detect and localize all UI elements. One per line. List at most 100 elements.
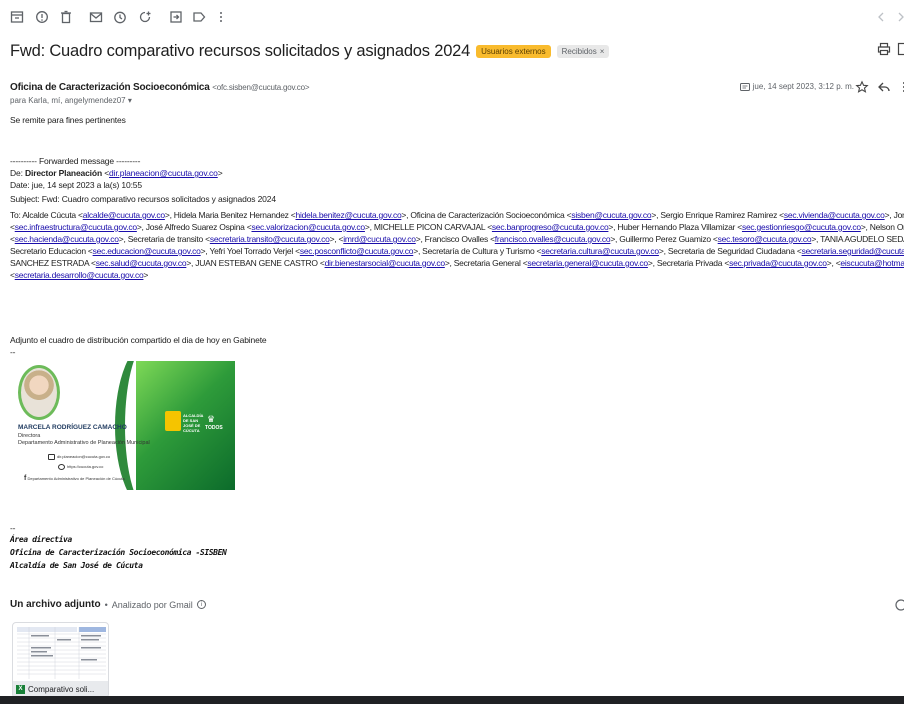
recipient-text: >, Jorge Ivan Rodriguez Guerrero xyxy=(884,210,904,220)
signature-dashes: -- xyxy=(10,523,16,533)
signature-card-image: MARCELA RODRÍGUEZ CAMACHO Directora Depar… xyxy=(10,361,235,490)
archive-icon[interactable] xyxy=(10,10,24,24)
forwarded-from: De: Director Planeación <dir.planeacion@… xyxy=(10,168,223,178)
forwarded-date: Date: jue, 14 sept 2023 a la(s) 10:55 xyxy=(10,180,142,190)
show-details-icon[interactable]: ▾ xyxy=(128,96,132,105)
open-new-window-icon[interactable] xyxy=(897,42,904,56)
recipient-email-link[interactable]: sec.banprogreso@cucuta.gov.co xyxy=(492,222,609,232)
label-chip-inbox-text: Recibidos xyxy=(561,46,597,56)
signature-line-1: Área directiva xyxy=(10,535,72,544)
next-icon[interactable] xyxy=(894,10,904,24)
delete-icon[interactable] xyxy=(59,10,73,24)
label-chip-external[interactable]: Usuarios externos xyxy=(476,44,551,58)
recipients-line[interactable]: para Karla, mí, angelymendez07 ▾ xyxy=(10,96,132,105)
forwarded-divider: ---------- Forwarded message --------- xyxy=(10,156,141,166)
recipient-email-link[interactable]: secretaria.general@cucuta.gov.co xyxy=(527,258,648,268)
card-web-text: https://cucuta.gov.co xyxy=(67,464,104,470)
recipient-text: >, MICHELLE PICON CARVAJAL < xyxy=(364,222,492,232)
card-role: Directora Departamento Administrativo de … xyxy=(18,433,150,447)
recipient-email-link[interactable]: sec.privada@cucuta.gov.co xyxy=(729,258,827,268)
card-facebook-text: Departamento Administrativo de Planeació… xyxy=(27,476,125,481)
attachment-name-bar: X Comparativo soli... xyxy=(13,681,108,697)
forwarded-from-label: De: xyxy=(10,168,25,178)
recipient-text: To: Alcalde Cúcuta < xyxy=(10,210,83,220)
recipient-email-link[interactable]: secretaria.transito@cucuta.gov.co xyxy=(210,234,330,244)
recipient-text: >, Secretaria de transito < xyxy=(118,234,210,244)
recipient-text: >, Oficina de Caracterización Socioeconó… xyxy=(401,210,572,220)
intro-text: Se remite para fines pertinentes xyxy=(10,115,126,125)
email-date: jue, 14 sept 2023, 3:12 p. m. xyxy=(752,82,854,91)
forwarded-to-block: To: Alcalde Cúcuta <alcalde@cucuta.gov.c… xyxy=(10,209,904,281)
info-icon[interactable]: i xyxy=(196,600,206,609)
signature-line-3: Alcaldía de San José de Cúcuta xyxy=(10,561,143,570)
forwarded-from-name: Director Planeación xyxy=(25,168,102,178)
recipient-text: >, Hidela Maria Benitez Hernandez < xyxy=(164,210,296,220)
recipient-email-link[interactable]: secretaria.seguridad@cucuta.gov.co xyxy=(802,246,904,256)
recipient-text: >, José Alfredo Suarez Ospina < xyxy=(136,222,252,232)
recipient-text: SANCHEZ ESTRADA < xyxy=(10,258,96,268)
attachments-header: Un archivo adjunto • Analizado por Gmail… xyxy=(10,599,206,610)
message-more-icon[interactable] xyxy=(897,80,904,94)
recipient-email-link[interactable]: sisben@cucuta.gov.co xyxy=(571,210,651,220)
attachment-file-name: Comparativo soli... xyxy=(28,684,95,694)
forwarded-from-email-link[interactable]: dir.planeacion@cucuta.gov.co xyxy=(109,168,218,178)
label-chip-inbox[interactable]: Recibidos × xyxy=(556,44,610,58)
more-vert-icon[interactable] xyxy=(214,10,228,24)
to-line-0: To: Alcalde Cúcuta <alcalde@cucuta.gov.c… xyxy=(10,209,904,221)
recipient-email-link[interactable]: eiscucuta@hotmail.com xyxy=(840,258,904,268)
recipient-email-link[interactable]: sec.educacion@cucuta.gov.co xyxy=(93,246,201,256)
facebook-icon: f xyxy=(24,475,27,482)
bottom-dark-bar xyxy=(0,696,904,704)
recipient-email-link[interactable]: sec.salud@cucuta.gov.co xyxy=(96,258,187,268)
card-facebook: f Departamento Administrativo de Planeac… xyxy=(24,475,125,482)
to-line-2: <sec.hacienda@cucuta.gov.co>, Secretaria… xyxy=(10,233,904,245)
report-spam-icon[interactable] xyxy=(35,10,49,24)
recipient-text: >, Nelson Orlando Miranda Ruiz xyxy=(860,222,904,232)
card-web: https://cucuta.gov.co xyxy=(58,464,103,470)
sender-email: <ofc.sisben@cucuta.gov.co> xyxy=(212,83,310,92)
recipient-email-link[interactable]: secretaria.cultura@cucuta.gov.co xyxy=(541,246,659,256)
snooze-icon[interactable] xyxy=(113,10,127,24)
spreadsheet-file-icon: X xyxy=(16,684,25,694)
city-shield-logo xyxy=(165,411,181,431)
reply-icon[interactable] xyxy=(877,80,891,94)
recipient-email-link[interactable]: hidela.benitez@cucuta.gov.co xyxy=(296,210,402,220)
attachment-thumbnail[interactable]: X Comparativo soli... xyxy=(12,622,109,698)
attachments-scanned: Analizado por Gmail xyxy=(111,599,193,610)
card-email-text: dir.planeacion@cucuta.gov.co xyxy=(57,454,111,460)
subject-row: Fwd: Cuadro comparativo recursos solicit… xyxy=(10,40,610,62)
move-to-icon[interactable] xyxy=(169,10,183,24)
recipient-email-link[interactable]: sec.valorizacion@cucuta.gov.co xyxy=(251,222,365,232)
recipient-email-link[interactable]: francisco.ovalles@cucuta.gov.co xyxy=(495,234,611,244)
recipient-text: >, Guillermo Perez Guamizo < xyxy=(610,234,718,244)
star-icon[interactable] xyxy=(855,80,869,94)
sender-name[interactable]: Oficina de Caracterización Socioeconómic… xyxy=(10,82,210,93)
print-icon[interactable] xyxy=(877,42,891,56)
recipient-email-link[interactable]: sec.gestionriesgo@cucuta.gov.co xyxy=(742,222,861,232)
add-task-icon[interactable] xyxy=(138,10,152,24)
mail-icon xyxy=(48,454,55,460)
recipient-email-link[interactable]: secretaria.desarrollo@cucuta.gov.co xyxy=(15,270,144,280)
remove-label-icon[interactable]: × xyxy=(600,47,605,56)
recipient-email-link[interactable]: sec.posconflicto@cucuta.gov.co xyxy=(300,246,414,256)
recipient-email-link[interactable]: imrd@cucuta.gov.co xyxy=(343,234,416,244)
forwarded-body: Adjunto el cuadro de distribución compar… xyxy=(10,335,267,345)
sender-line: Oficina de Caracterización Socioeconómic… xyxy=(10,82,310,93)
recipient-email-link[interactable]: sec.infraestructura@cucuta.gov.co xyxy=(15,222,137,232)
card-logo-slogan: TODOS xyxy=(205,425,223,431)
recipient-email-link[interactable]: sec.tesoro@cucuta.gov.co xyxy=(718,234,812,244)
recipient-text: >, Yefri Yoel Torrado Verjel < xyxy=(200,246,300,256)
globe-icon xyxy=(58,464,65,470)
recipient-email-link[interactable]: dir.bienestarsocial@cucuta.gov.co xyxy=(325,258,445,268)
recipient-text: >, Huber Hernando Plaza Villamizar < xyxy=(608,222,742,232)
crown-logo-icon: ♛ xyxy=(207,414,216,424)
download-all-icon[interactable] xyxy=(894,598,904,612)
prev-icon[interactable] xyxy=(874,10,888,24)
recipient-email-link[interactable]: sec.hacienda@cucuta.gov.co xyxy=(15,234,119,244)
recipient-email-link[interactable]: alcalde@cucuta.gov.co xyxy=(83,210,165,220)
recipient-text: >, < xyxy=(826,258,841,268)
mark-unread-icon[interactable] xyxy=(89,10,103,24)
labels-icon[interactable] xyxy=(192,10,206,24)
spreadsheet-preview xyxy=(15,625,108,681)
recipient-email-link[interactable]: sec.vivienda@cucuta.gov.co xyxy=(784,210,885,220)
